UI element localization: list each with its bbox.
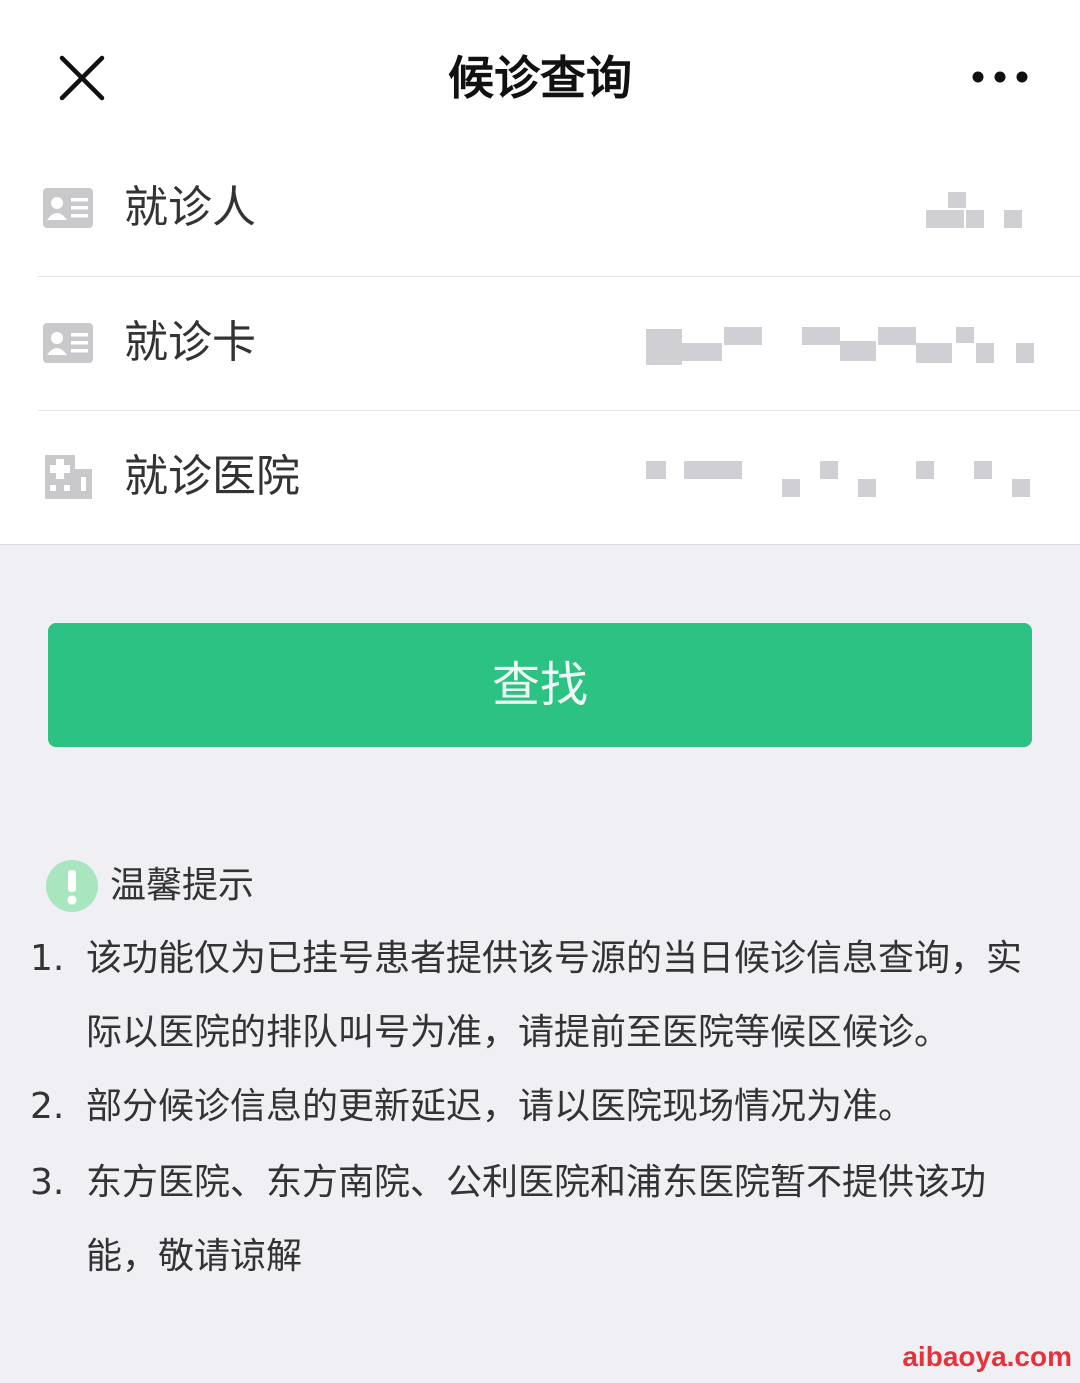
tips-title: 温馨提示 [110,865,255,906]
more-button[interactable] [968,62,1032,92]
tip-number: 1. [30,938,65,979]
patient-value-masked [926,192,1022,228]
tip-text: 该功能仅为已挂号患者提供该号源的当日候诊信息查询，实际以医院的排队叫号为准，请提… [86,938,1023,1053]
exclamation-icon [46,860,98,912]
tip-number: 2. [30,1086,65,1127]
query-form: 就诊人 就诊卡 就诊医院 [0,142,1080,544]
form-bottom-border [0,544,1080,545]
hospital-icon [45,455,92,499]
card-label: 就诊卡 [124,317,256,368]
hospital-row[interactable]: 就诊医院 [0,411,1080,545]
id-card-icon [43,188,93,228]
patient-label: 就诊人 [124,182,256,233]
id-card-icon [43,323,93,363]
hospital-value-masked [646,461,1030,497]
page-title: 候诊查询 [448,51,632,105]
header-bar: 候诊查询 [0,0,1080,155]
card-value-masked [646,327,1034,365]
patient-row[interactable]: 就诊人 [0,142,1080,276]
tip-number: 3. [30,1162,65,1203]
search-button[interactable]: 查找 [48,623,1032,747]
watermark: aibaoya.com [902,1341,1072,1372]
tip-text: 东方医院、东方南院、公利医院和浦东医院暂不提供该功能，敬请谅解 [86,1162,987,1277]
card-row[interactable]: 就诊卡 [0,277,1080,411]
tip-text: 部分候诊信息的更新延迟，请以医院现场情况为准。 [86,1086,915,1127]
more-dots-icon [972,71,1028,83]
hospital-label: 就诊医院 [124,451,300,502]
